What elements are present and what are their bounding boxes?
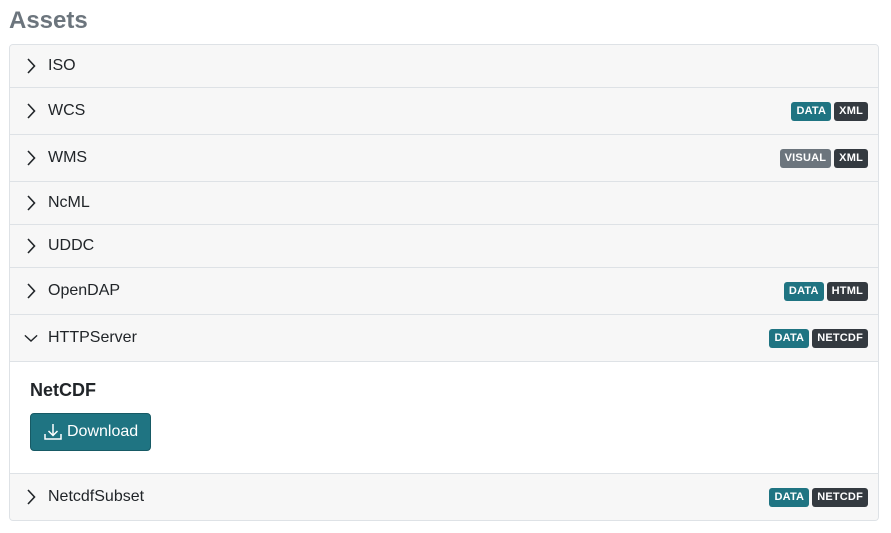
data-badge: DATA (791, 101, 832, 121)
format-badge: XML (834, 148, 868, 168)
page-title: Assets (9, 7, 88, 34)
badge-group: VISUAL XML (779, 148, 868, 168)
format-badge: NETCDF (812, 487, 868, 507)
chevron-right-icon (24, 148, 38, 168)
accordion-item-label: HTTPServer (48, 329, 137, 346)
accordion-item-ncml[interactable]: NcML (10, 182, 878, 225)
format-badge: XML (834, 101, 868, 121)
badge-group: DATA XML (791, 101, 868, 121)
accordion-item-httpserver[interactable]: HTTPServer DATA NETCDF (10, 315, 878, 362)
format-badge: HTML (826, 281, 868, 301)
accordion-item-label: WMS (48, 149, 88, 166)
chevron-right-icon (24, 281, 38, 301)
chevron-right-icon (24, 101, 38, 121)
accordion-item-label: UDDC (48, 237, 95, 254)
asset-title: NetCDF (30, 380, 96, 400)
download-label: Download (67, 423, 139, 440)
chevron-right-icon (24, 193, 38, 213)
chevron-right-icon (24, 487, 38, 507)
download-icon (43, 422, 63, 442)
chevron-right-icon (24, 236, 38, 256)
chevron-right-icon (24, 56, 38, 76)
download-button[interactable]: Download (30, 413, 152, 451)
accordion-body-httpserver: NetCDF Download (10, 362, 878, 474)
accordion-item-netcdfsubset[interactable]: NetcdfSubset DATA NETCDF (10, 474, 878, 520)
accordion-item-label: WCS (48, 102, 86, 119)
data-badge: DATA (769, 487, 810, 507)
format-badge: NETCDF (812, 328, 868, 348)
badge-group: DATA NETCDF (769, 328, 868, 348)
accordion-item-opendap[interactable]: OpenDAP DATA HTML (10, 268, 878, 315)
badge-group: DATA HTML (783, 281, 868, 301)
visual-badge: VISUAL (779, 148, 832, 168)
badge-group: DATA NETCDF (769, 487, 868, 507)
assets-accordion: ISO WCS DATA XML WMS VISUAL XML NcML UDD… (9, 44, 879, 521)
accordion-item-label: OpenDAP (48, 282, 121, 299)
accordion-item-label: NetcdfSubset (48, 488, 145, 505)
accordion-item-wcs[interactable]: WCS DATA XML (10, 88, 878, 135)
chevron-down-icon (24, 328, 38, 348)
accordion-item-label: NcML (48, 194, 90, 211)
accordion-item-label: ISO (48, 57, 76, 74)
accordion-item-wms[interactable]: WMS VISUAL XML (10, 135, 878, 182)
accordion-item-iso[interactable]: ISO (10, 45, 878, 88)
data-badge: DATA (769, 328, 810, 348)
data-badge: DATA (783, 281, 824, 301)
accordion-item-uddc[interactable]: UDDC (10, 225, 878, 268)
